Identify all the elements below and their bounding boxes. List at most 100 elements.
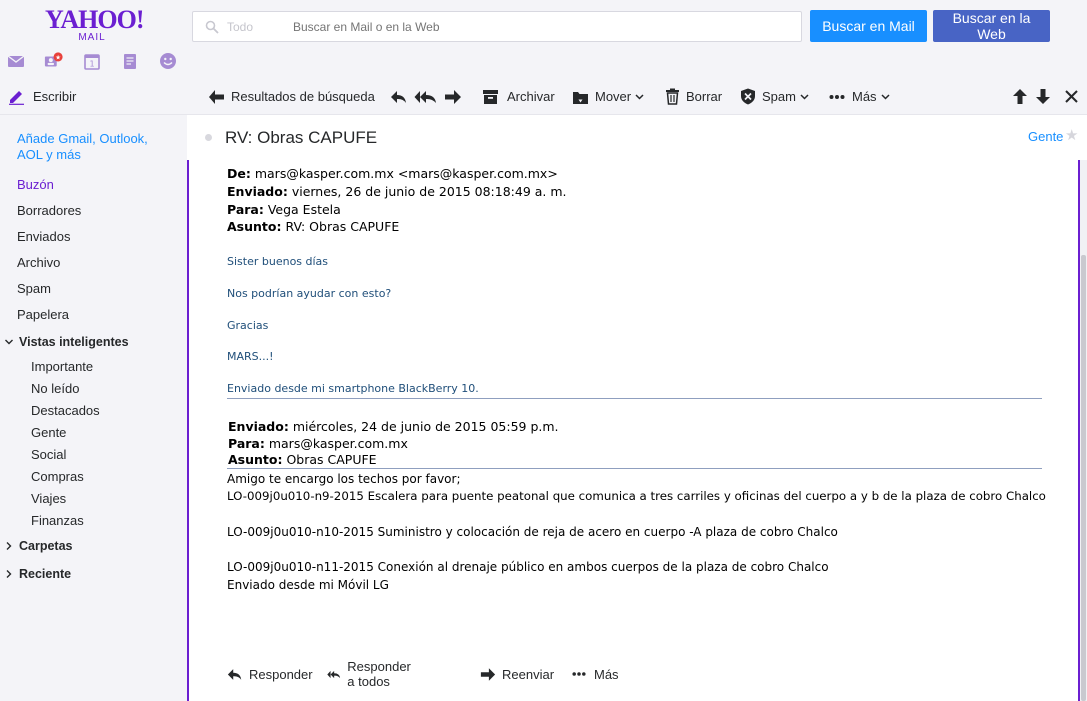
messenger-icon[interactable] xyxy=(158,51,178,71)
fwd2-subject-label: Asunto: xyxy=(228,452,283,467)
app-header: YAHOO! MAIL Todo Buscar en Mail Buscar e… xyxy=(0,0,1087,78)
reply-action-button[interactable]: Responder xyxy=(227,660,313,688)
more-action-button[interactable]: Más xyxy=(572,660,619,688)
smart-view-shopping[interactable]: Compras xyxy=(31,469,84,484)
folders-title: Carpetas xyxy=(19,539,73,553)
chevron-down-icon xyxy=(5,339,13,345)
next-message-button[interactable] xyxy=(1035,78,1051,115)
fwd2-to-label: Para: xyxy=(228,436,265,451)
message-subject: RV: Obras CAPUFE xyxy=(225,128,378,147)
search-web-button[interactable]: Buscar en la Web xyxy=(933,10,1050,42)
arrow-right-icon xyxy=(480,667,496,681)
sidebar-item-trash[interactable]: Papelera xyxy=(17,307,69,322)
pencil-icon xyxy=(9,91,24,105)
smart-view-people[interactable]: Gente xyxy=(31,425,66,440)
body-line-intro: Amigo te encargo los techos por favor; xyxy=(227,472,461,486)
mail-icon[interactable] xyxy=(6,51,26,71)
sidebar-item-drafts[interactable]: Borradores xyxy=(17,203,81,218)
recent-section[interactable]: Reciente xyxy=(4,567,71,581)
smart-view-travel[interactable]: Viajes xyxy=(31,491,66,506)
move-label: Mover xyxy=(595,89,632,104)
fwd1-to-value: Vega Estela xyxy=(267,202,341,217)
delete-label: Borrar xyxy=(686,89,723,104)
message-header: RV: Obras CAPUFE Gente ★ xyxy=(187,115,1087,160)
sidebar-item-sent[interactable]: Enviados xyxy=(17,229,70,244)
smart-view-finance[interactable]: Finanzas xyxy=(31,513,84,528)
archive-label: Archivar xyxy=(507,89,555,104)
arrow-up-icon xyxy=(1013,89,1027,104)
more-dots-icon xyxy=(572,672,586,676)
close-message-button[interactable] xyxy=(1065,78,1078,115)
reply-icon xyxy=(227,668,242,680)
people-link[interactable]: Gente xyxy=(1028,129,1063,144)
body-line-item-2: LO-009j0u010-n10-2015 Suministro y coloc… xyxy=(227,525,838,539)
smart-view-important[interactable]: Importante xyxy=(31,359,93,374)
reply-all-button[interactable] xyxy=(414,78,438,115)
yahoo-mail-logo[interactable]: YAHOO! MAIL xyxy=(45,7,145,44)
back-to-results-button[interactable]: Resultados de búsqueda xyxy=(208,78,375,115)
quote-greeting: Sister buenos días xyxy=(227,255,329,268)
arrow-left-icon xyxy=(209,89,224,104)
back-to-results-label: Resultados de búsqueda xyxy=(231,89,375,104)
search-input[interactable] xyxy=(293,17,773,37)
fwd2-to-value: mars@kasper.com.mx xyxy=(268,436,408,451)
sidebar-item-spam[interactable]: Spam xyxy=(17,281,51,296)
fwd2-to-line: Para: mars@kasper.com.mx xyxy=(228,436,408,451)
reply-icon xyxy=(391,90,406,103)
reply-all-action-label: Responder a todos xyxy=(347,659,411,689)
fwd1-to-line: Para: Vega Estela xyxy=(227,202,341,217)
reply-all-icon xyxy=(327,670,341,678)
fwd2-sent-label: Enviado: xyxy=(228,419,289,434)
sidebar: Añade Gmail, Outlook, AOL y más Buzón Bo… xyxy=(0,115,187,701)
fwd1-subject-line: Asunto: RV: Obras CAPUFE xyxy=(227,219,399,234)
add-accounts-link[interactable]: Añade Gmail, Outlook, AOL y más xyxy=(17,131,167,163)
svg-text:1: 1 xyxy=(89,60,94,69)
smart-view-starred[interactable]: Destacados xyxy=(31,403,100,418)
svg-text:★: ★ xyxy=(55,54,61,61)
fwd2-sent-value: miércoles, 24 de junio de 2015 05:59 p.m… xyxy=(292,419,559,434)
notepad-icon[interactable] xyxy=(120,51,140,71)
contacts-icon[interactable]: ★ xyxy=(44,51,64,71)
smart-view-social[interactable]: Social xyxy=(31,447,66,462)
search-box[interactable]: Todo xyxy=(192,11,802,42)
reply-all-icon xyxy=(414,90,436,103)
star-icon[interactable]: ★ xyxy=(1065,126,1078,144)
forward-button[interactable] xyxy=(444,78,462,115)
divider xyxy=(227,468,1042,469)
arrow-right-icon xyxy=(445,89,461,104)
previous-message-button[interactable] xyxy=(1012,78,1028,115)
trash-icon xyxy=(666,88,679,105)
calendar-icon[interactable]: 1 xyxy=(82,51,102,71)
compose-label: Escribir xyxy=(33,89,77,104)
search-scope-dropdown[interactable]: Todo xyxy=(227,20,253,34)
more-action-label: Más xyxy=(594,666,619,682)
search-mail-button[interactable]: Buscar en Mail xyxy=(810,10,927,42)
reply-all-action-button[interactable]: Responder a todos xyxy=(327,659,419,689)
archive-button[interactable]: Archivar xyxy=(482,78,555,115)
fwd1-from-label: De: xyxy=(227,166,251,181)
reply-action-label: Responder xyxy=(249,666,313,682)
forward-action-label: Reenviar xyxy=(502,666,555,682)
fwd1-sent-label: Enviado: xyxy=(227,184,288,199)
body-line-signature: Enviado desde mi Móvil LG xyxy=(227,578,389,592)
compose-button[interactable]: Escribir xyxy=(8,78,76,115)
read-status-dot[interactable] xyxy=(205,134,212,141)
smart-view-unread[interactable]: No leído xyxy=(31,381,79,396)
sidebar-item-inbox[interactable]: Buzón xyxy=(17,177,54,192)
body-line-item-1: LO-009j0u010-n9-2015 Escalera para puent… xyxy=(227,489,1046,503)
move-dropdown[interactable]: Mover xyxy=(572,78,644,115)
fwd2-sent-line: Enviado: miércoles, 24 de junio de 2015 … xyxy=(228,419,559,434)
forward-action-button[interactable]: Reenviar xyxy=(480,660,554,688)
fwd1-sent-value: viernes, 26 de junio de 2015 08:18:49 a.… xyxy=(291,184,567,199)
spam-dropdown[interactable]: Spam xyxy=(740,78,809,115)
smart-views-title: Vistas inteligentes xyxy=(19,335,129,349)
folders-section[interactable]: Carpetas xyxy=(4,539,73,553)
smart-views-section[interactable]: Vistas inteligentes xyxy=(4,335,129,349)
sidebar-item-archive[interactable]: Archivo xyxy=(17,255,60,270)
scrollbar-thumb[interactable] xyxy=(1081,255,1086,701)
more-dropdown[interactable]: Más xyxy=(829,78,890,115)
message-toolbar: Escribir Resultados de búsqueda Archivar xyxy=(0,78,1087,115)
reply-button[interactable] xyxy=(390,78,408,115)
chevron-down-icon xyxy=(800,93,809,100)
delete-button[interactable]: Borrar xyxy=(665,78,722,115)
